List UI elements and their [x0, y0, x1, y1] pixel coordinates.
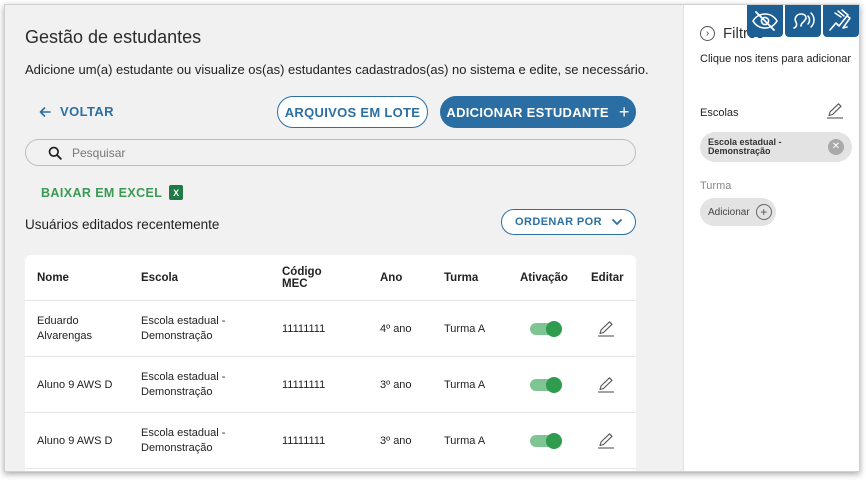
filters-panel: › Filtros Clique nos itens para adiciona…	[683, 5, 859, 471]
app-window: Gestão de estudantes Adicione um(a) estu…	[4, 4, 860, 472]
chevron-right-circle-icon: ›	[700, 26, 715, 41]
toggle-knob	[546, 377, 562, 393]
table-row: Eduardo Alvarengas Escola estadual - Dem…	[25, 301, 636, 357]
header-turma: Turma	[444, 272, 479, 284]
toggle-knob	[546, 433, 562, 449]
cell-ano: 4º ano	[380, 322, 412, 335]
header-ano: Ano	[380, 272, 403, 284]
download-excel-button[interactable]: BAIXAR EM EXCEL X	[41, 185, 184, 200]
page-title: Gestão de estudantes	[25, 27, 202, 47]
toggle-knob	[546, 321, 562, 337]
cell-escola: Escola estadual - Demonstração	[141, 371, 226, 398]
cell-turma: Turma A	[444, 322, 486, 335]
excel-icon: X	[169, 185, 184, 200]
add-turma-label: Adicionar	[708, 206, 750, 218]
cell-nome: Eduardo Alvarengas	[37, 315, 93, 342]
plus-icon: +	[755, 204, 772, 220]
pencil-icon	[598, 321, 614, 337]
toggle-track	[530, 433, 562, 449]
audio-icon	[793, 12, 815, 29]
edit-button[interactable]	[597, 413, 615, 469]
search-bar[interactable]	[25, 139, 636, 166]
edit-escolas-button[interactable]	[826, 103, 844, 124]
batch-files-label: ARQUIVOS EM LOTE	[284, 104, 421, 120]
sign-language-icon	[829, 9, 851, 31]
activation-toggle[interactable]	[530, 301, 562, 357]
cell-turma: Turma A	[444, 378, 486, 391]
order-by-button[interactable]: ORDENAR POR	[501, 209, 636, 235]
toggle-track	[530, 321, 562, 337]
header-codigo-mec: Código MEC	[282, 266, 322, 290]
back-label: VOLTAR	[60, 104, 114, 119]
toggle-track	[530, 377, 562, 393]
recent-users-title: Usuários editados recentemente	[25, 217, 220, 232]
pencil-icon	[598, 433, 614, 449]
cell-turma: Turma A	[444, 434, 486, 447]
plus-icon: +	[618, 102, 630, 122]
table-header: Nome Escola Código MEC Ano Turma Ativaçã…	[25, 255, 636, 301]
header-escola: Escola	[141, 272, 179, 284]
main-content: Gestão de estudantes Adicione um(a) estu…	[5, 5, 681, 471]
activation-toggle[interactable]	[530, 357, 562, 413]
pencil-icon	[598, 377, 614, 393]
escola-chip-label: Escola estadual - Demonstração	[708, 136, 782, 156]
chevron-down-icon	[612, 218, 622, 225]
order-by-label: ORDENAR POR	[515, 216, 602, 228]
arrow-left-icon	[39, 106, 51, 117]
turma-label: Turma	[700, 180, 732, 192]
header-nome: Nome	[37, 272, 69, 284]
close-icon[interactable]: ✕	[828, 139, 844, 155]
table-row: Aluno 9 AWS D Escola estadual - Demonstr…	[25, 357, 636, 413]
batch-files-button[interactable]: ARQUIVOS EM LOTE	[277, 96, 428, 128]
escola-filter-chip: Escola estadual - Demonstração ✕	[700, 132, 852, 162]
page-subtitle: Adicione um(a) estudante ou visualize os…	[25, 62, 649, 77]
pencil-icon	[827, 103, 843, 119]
filters-hint: Clique nos itens para adicionar	[700, 53, 852, 65]
cell-ano: 3º ano	[380, 378, 412, 391]
cell-nome: Aluno 9 AWS D	[37, 434, 113, 447]
search-input[interactable]	[72, 145, 572, 160]
edit-button[interactable]	[597, 357, 615, 413]
cell-codigo: 11111111	[282, 322, 326, 335]
cell-ano: 3º ano	[380, 434, 412, 447]
download-excel-label: BAIXAR EM EXCEL	[41, 185, 163, 200]
add-student-label: ADICIONAR ESTUDANTE	[446, 104, 609, 120]
add-turma-button[interactable]: Adicionar +	[700, 198, 776, 226]
table-row: Aluno 9 AWS D Escola estadual - Demonstr…	[25, 413, 636, 469]
header-ativacao: Ativação	[520, 272, 568, 284]
cell-escola: Escola estadual - Demonstração	[141, 315, 226, 342]
header-editar: Editar	[591, 272, 624, 284]
cell-codigo: 11111111	[282, 434, 326, 447]
sign-language-button[interactable]	[823, 5, 859, 37]
back-button[interactable]: VOLTAR	[39, 104, 114, 119]
edit-button[interactable]	[597, 301, 615, 357]
eye-slash-icon	[752, 11, 778, 31]
cell-nome: Aluno 9 AWS D	[37, 378, 113, 391]
search-icon	[48, 146, 62, 160]
students-table: Nome Escola Código MEC Ano Turma Ativaçã…	[25, 255, 636, 471]
activation-toggle[interactable]	[530, 413, 562, 469]
escolas-label: Escolas	[700, 107, 739, 119]
cell-codigo: 11111111	[282, 378, 326, 391]
cell-escola: Escola estadual - Demonstração	[141, 427, 226, 454]
add-student-button[interactable]: ADICIONAR ESTUDANTE +	[440, 96, 636, 128]
hide-vision-button[interactable]	[747, 5, 783, 37]
audio-button[interactable]	[785, 5, 821, 37]
